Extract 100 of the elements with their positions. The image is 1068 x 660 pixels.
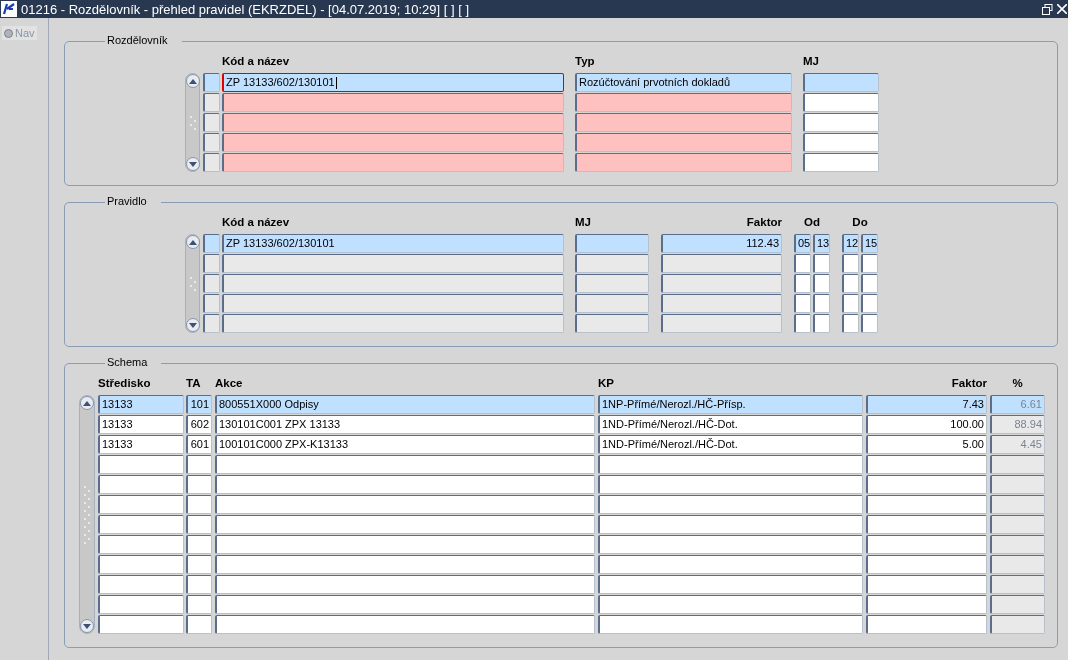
text-field[interactable]: [990, 615, 1045, 634]
scroll-up-button[interactable]: [80, 396, 94, 410]
scroll-down-button[interactable]: [185, 157, 200, 171]
text-field[interactable]: [861, 254, 878, 273]
text-field[interactable]: 130101C001 ZPX 13133: [215, 415, 595, 434]
restore-icon[interactable]: [1042, 3, 1053, 15]
text-field[interactable]: 800551X000 Odpisy: [215, 395, 595, 414]
text-field[interactable]: [575, 254, 649, 273]
record-indicator[interactable]: [203, 254, 220, 273]
text-field[interactable]: ZP 13133/602/130101: [222, 234, 564, 253]
record-indicator[interactable]: [203, 133, 220, 152]
text-field[interactable]: 1NP-Přímé/Nerozl./HČ-Přísp.: [598, 395, 863, 414]
text-field[interactable]: [222, 133, 564, 152]
text-field[interactable]: [98, 615, 184, 634]
text-field[interactable]: [661, 294, 782, 313]
text-field[interactable]: [866, 495, 987, 514]
text-field[interactable]: [794, 294, 811, 313]
close-icon[interactable]: [1057, 4, 1067, 14]
text-field[interactable]: [575, 314, 649, 333]
text-field[interactable]: [842, 294, 859, 313]
text-field[interactable]: [222, 314, 564, 333]
text-field[interactable]: [803, 133, 879, 152]
text-field[interactable]: [575, 153, 792, 172]
text-field[interactable]: [215, 515, 595, 534]
text-field[interactable]: [598, 475, 863, 494]
text-field[interactable]: [575, 93, 792, 112]
text-field[interactable]: [842, 274, 859, 293]
text-field[interactable]: [598, 555, 863, 574]
text-field[interactable]: [598, 515, 863, 534]
record-indicator[interactable]: [203, 73, 220, 92]
text-field[interactable]: [215, 475, 595, 494]
text-field[interactable]: [990, 555, 1045, 574]
text-field[interactable]: [98, 495, 184, 514]
text-field[interactable]: 100.00: [866, 415, 987, 434]
text-field[interactable]: [575, 234, 649, 253]
text-field[interactable]: 13133: [98, 395, 184, 414]
text-field[interactable]: [575, 133, 792, 152]
text-field[interactable]: [866, 515, 987, 534]
text-field[interactable]: 5.00: [866, 435, 987, 454]
text-field[interactable]: [575, 294, 649, 313]
text-field[interactable]: [990, 495, 1045, 514]
text-field[interactable]: [98, 515, 184, 534]
record-indicator[interactable]: [203, 274, 220, 293]
text-field[interactable]: 13133: [98, 435, 184, 454]
text-field[interactable]: [866, 475, 987, 494]
record-indicator[interactable]: [203, 93, 220, 112]
record-indicator[interactable]: [203, 294, 220, 313]
text-field[interactable]: [866, 555, 987, 574]
text-field[interactable]: [186, 515, 212, 534]
scroll-down-button[interactable]: [80, 619, 94, 633]
text-field[interactable]: 12: [842, 234, 859, 253]
text-field[interactable]: [98, 595, 184, 614]
text-field[interactable]: [575, 113, 792, 132]
text-field[interactable]: [990, 575, 1045, 594]
text-field[interactable]: 13: [813, 234, 830, 253]
text-field[interactable]: [215, 575, 595, 594]
text-field[interactable]: [990, 455, 1045, 474]
text-field[interactable]: [803, 93, 879, 112]
text-field[interactable]: [803, 73, 879, 92]
text-field[interactable]: [813, 314, 830, 333]
text-field[interactable]: [803, 153, 879, 172]
text-field[interactable]: [98, 575, 184, 594]
text-field[interactable]: [661, 254, 782, 273]
text-field[interactable]: [842, 254, 859, 273]
text-field[interactable]: [661, 274, 782, 293]
text-field[interactable]: [98, 475, 184, 494]
text-field[interactable]: [186, 575, 212, 594]
text-field[interactable]: [215, 495, 595, 514]
text-field[interactable]: [215, 615, 595, 634]
record-indicator[interactable]: [203, 234, 220, 253]
scroll-down-button[interactable]: [185, 318, 200, 332]
text-field[interactable]: [866, 595, 987, 614]
text-field[interactable]: [813, 274, 830, 293]
text-field[interactable]: 13133: [98, 415, 184, 434]
text-field[interactable]: [98, 535, 184, 554]
text-field[interactable]: [222, 93, 564, 112]
text-field[interactable]: 05: [794, 234, 811, 253]
text-field[interactable]: [215, 535, 595, 554]
scrollbar[interactable]: [185, 73, 200, 172]
text-field[interactable]: [794, 254, 811, 273]
scroll-up-button[interactable]: [185, 235, 200, 249]
text-field[interactable]: [794, 274, 811, 293]
text-field[interactable]: [186, 495, 212, 514]
text-field[interactable]: 7.43: [866, 395, 987, 414]
text-field[interactable]: [222, 153, 564, 172]
scrollbar[interactable]: [79, 395, 95, 634]
text-field[interactable]: 601: [186, 435, 212, 454]
text-field[interactable]: [98, 555, 184, 574]
text-field[interactable]: [215, 455, 595, 474]
record-indicator[interactable]: [203, 153, 220, 172]
text-field[interactable]: [598, 535, 863, 554]
text-field[interactable]: [186, 455, 212, 474]
text-field[interactable]: [215, 595, 595, 614]
text-field[interactable]: [861, 314, 878, 333]
record-indicator[interactable]: [203, 314, 220, 333]
text-field[interactable]: [186, 595, 212, 614]
text-field[interactable]: [575, 274, 649, 293]
text-field[interactable]: [186, 475, 212, 494]
text-field[interactable]: [794, 314, 811, 333]
text-field[interactable]: Rozúčtování prvotních dokladů: [575, 73, 792, 92]
